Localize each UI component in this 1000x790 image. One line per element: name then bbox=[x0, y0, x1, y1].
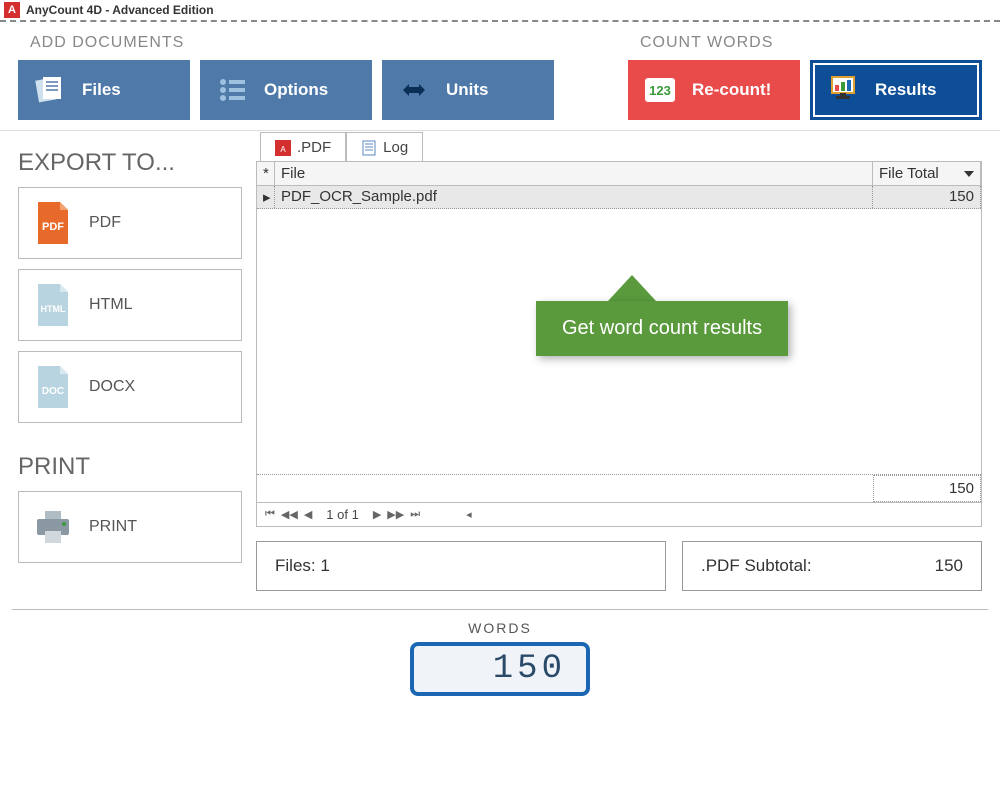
pdf-icon: PDF bbox=[33, 200, 73, 246]
grid-header-total[interactable]: File Total bbox=[873, 162, 981, 185]
pager-text: 1 of 1 bbox=[326, 507, 359, 522]
svg-text:A: A bbox=[280, 145, 286, 154]
print-label: PRINT bbox=[89, 518, 137, 536]
print-button[interactable]: PRINT bbox=[18, 491, 242, 563]
tabs: A .PDF Log bbox=[260, 131, 982, 162]
words-counter: 150 bbox=[410, 642, 590, 696]
summary-files: Files: 1 bbox=[256, 541, 666, 591]
recount-icon: 123 bbox=[642, 72, 678, 108]
row-file: PDF_OCR_Sample.pdf bbox=[275, 186, 873, 208]
grid-header: * File File Total bbox=[257, 162, 981, 186]
export-label: EXPORT TO... bbox=[18, 149, 246, 177]
results-label: Results bbox=[875, 80, 936, 100]
words-label: WORDS bbox=[0, 620, 1000, 636]
units-icon bbox=[396, 72, 432, 108]
summary-files-count: 1 bbox=[320, 556, 329, 576]
pager-expand[interactable]: ◂ bbox=[466, 508, 472, 521]
pager-prev[interactable]: ◀ bbox=[304, 508, 312, 521]
docx-icon: DOC bbox=[33, 364, 73, 410]
options-icon bbox=[214, 72, 250, 108]
summary-subtotal-label: .PDF Subtotal: bbox=[701, 556, 812, 576]
files-icon bbox=[32, 72, 68, 108]
tab-log[interactable]: Log bbox=[346, 132, 423, 162]
divider bbox=[12, 609, 988, 610]
svg-text:DOC: DOC bbox=[42, 386, 64, 397]
pager-prev-page[interactable]: ◀◀ bbox=[281, 508, 298, 521]
options-button[interactable]: Options bbox=[200, 60, 372, 120]
html-icon: HTML bbox=[33, 282, 73, 328]
recount-label: Re-count! bbox=[692, 80, 771, 100]
callout-arrow bbox=[608, 275, 656, 301]
grid-footer-total: 150 bbox=[873, 475, 981, 502]
units-button[interactable]: Units bbox=[382, 60, 554, 120]
row-total: 150 bbox=[873, 186, 981, 208]
units-label: Units bbox=[446, 80, 489, 100]
log-tab-icon bbox=[361, 140, 377, 156]
files-label: Files bbox=[82, 80, 121, 100]
summary-row: Files: 1 .PDF Subtotal: 150 bbox=[256, 541, 982, 591]
callout: Get word count results bbox=[536, 275, 788, 356]
pager-next[interactable]: ▶ bbox=[373, 508, 381, 521]
callout-text: Get word count results bbox=[536, 301, 788, 356]
export-pdf-label: PDF bbox=[89, 214, 121, 232]
tab-log-label: Log bbox=[383, 139, 408, 156]
grid-header-marker[interactable]: * bbox=[257, 162, 275, 185]
summary-files-label: Files: bbox=[275, 556, 316, 576]
export-pdf-button[interactable]: PDF PDF bbox=[18, 187, 242, 259]
table-row[interactable]: ▸ PDF_OCR_Sample.pdf 150 bbox=[257, 186, 981, 209]
sidebar: EXPORT TO... PDF PDF HTML HTML DOC DOCX … bbox=[18, 131, 246, 591]
tab-pdf[interactable]: A .PDF bbox=[260, 132, 346, 162]
svg-text:PDF: PDF bbox=[42, 221, 64, 233]
export-docx-button[interactable]: DOC DOCX bbox=[18, 351, 242, 423]
export-html-button[interactable]: HTML HTML bbox=[18, 269, 242, 341]
pager-last[interactable]: ⏭ bbox=[410, 508, 420, 521]
results-icon bbox=[825, 72, 861, 108]
pdf-tab-icon: A bbox=[275, 140, 291, 156]
svg-text:HTML: HTML bbox=[41, 304, 66, 314]
app-icon: A bbox=[4, 2, 20, 18]
options-label: Options bbox=[264, 80, 328, 100]
export-docx-label: DOCX bbox=[89, 378, 135, 396]
grid-footer: 150 bbox=[257, 474, 981, 502]
row-marker: ▸ bbox=[257, 186, 275, 208]
pager-next-page[interactable]: ▶▶ bbox=[387, 508, 404, 521]
summary-subtotal-value: 150 bbox=[935, 556, 963, 576]
ribbon: ADD DOCUMENTS Files Options Units bbox=[0, 22, 1000, 131]
group-label-add: ADD DOCUMENTS bbox=[18, 34, 554, 52]
main-panel: A .PDF Log * File File Total ▸ PDF_OCR_S… bbox=[256, 131, 982, 591]
group-add-documents: ADD DOCUMENTS Files Options Units bbox=[18, 34, 554, 120]
print-section-label: PRINT bbox=[18, 453, 246, 481]
export-html-label: HTML bbox=[89, 296, 133, 314]
summary-subtotal: .PDF Subtotal: 150 bbox=[682, 541, 982, 591]
grid-header-file[interactable]: File bbox=[275, 162, 873, 185]
grid-header-total-label: File Total bbox=[879, 165, 939, 182]
printer-icon bbox=[33, 504, 73, 550]
group-label-count: COUNT WORDS bbox=[628, 34, 982, 52]
pager: ⏮ ◀◀ ◀ 1 of 1 ▶ ▶▶ ⏭ ◂ bbox=[257, 502, 981, 526]
pager-first[interactable]: ⏮ bbox=[265, 508, 275, 521]
window-title: AnyCount 4D - Advanced Edition bbox=[26, 3, 214, 17]
files-button[interactable]: Files bbox=[18, 60, 190, 120]
recount-button[interactable]: 123 Re-count! bbox=[628, 60, 800, 120]
results-button[interactable]: Results bbox=[810, 60, 982, 120]
tab-pdf-label: .PDF bbox=[297, 139, 331, 156]
titlebar: A AnyCount 4D - Advanced Edition bbox=[0, 0, 1000, 22]
words-section: WORDS 150 bbox=[0, 620, 1000, 696]
group-count-words: COUNT WORDS 123 Re-count! Results bbox=[628, 34, 982, 120]
sort-icon bbox=[964, 171, 974, 177]
svg-text:123: 123 bbox=[649, 83, 671, 98]
